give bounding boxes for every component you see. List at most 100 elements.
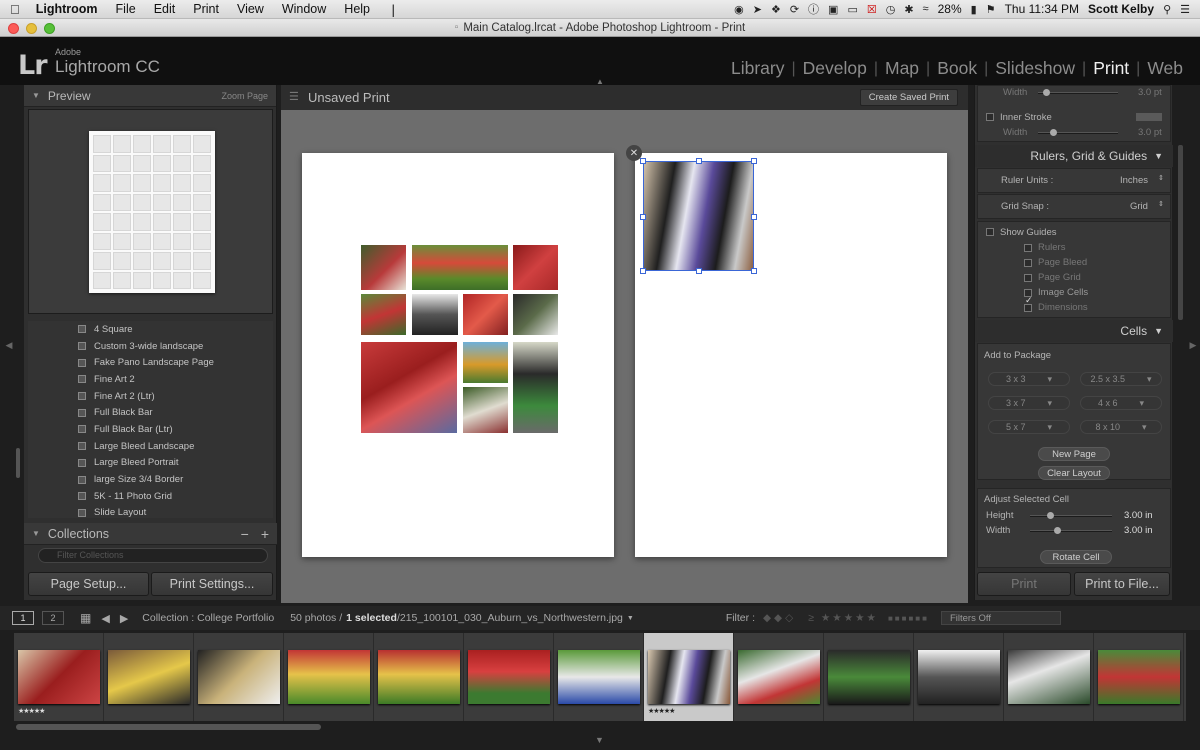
remove-collection-button[interactable]: −	[241, 526, 249, 542]
photo-cell[interactable]	[412, 245, 508, 290]
filmstrip-thumbnail[interactable]	[1094, 633, 1184, 721]
filmstrip-thumbnail[interactable]	[914, 633, 1004, 721]
location-icon[interactable]: ➤	[753, 3, 762, 16]
inner-stroke-width-slider[interactable]	[1038, 129, 1118, 136]
template-item[interactable]: Fine Art 2	[28, 371, 273, 388]
filmstrip-thumbnail-selected[interactable]: ★★★★★	[644, 633, 734, 721]
menu-file[interactable]: File	[116, 2, 136, 16]
template-item[interactable]: 5K - 11 Photo Grid	[28, 488, 273, 505]
module-web[interactable]: Web	[1140, 58, 1190, 79]
resize-handle[interactable]	[751, 268, 757, 274]
screen-icon[interactable]: ▣	[828, 3, 838, 16]
collapse-triangle-icon[interactable]: ▼	[32, 529, 40, 538]
close-window-button[interactable]	[8, 23, 19, 34]
user-name[interactable]: Scott Kelby	[1088, 2, 1154, 16]
module-library[interactable]: Library	[724, 58, 792, 79]
resize-handle[interactable]	[751, 214, 757, 220]
menu-help[interactable]: Help	[344, 2, 370, 16]
slider-thumb[interactable]	[1050, 129, 1057, 136]
print-settings-button[interactable]: Print Settings...	[151, 572, 273, 596]
rulers-grid-guides-header[interactable]: Rulers, Grid & Guides ▼	[975, 145, 1173, 167]
photo-cell[interactable]	[361, 294, 406, 335]
photo-cell[interactable]	[361, 245, 406, 290]
height-slider[interactable]	[1030, 512, 1112, 519]
collapse-triangle-icon[interactable]: ▼	[1154, 151, 1163, 161]
zoom-page-label[interactable]: Zoom Page	[221, 91, 268, 101]
flag-filter-icons[interactable]: ◆◆◇	[763, 612, 796, 624]
template-item[interactable]: Full Black Bar (Ltr)	[28, 421, 273, 438]
print-page-1[interactable]	[302, 153, 614, 557]
slider-thumb[interactable]	[1043, 89, 1050, 96]
show-guides-checkbox[interactable]	[986, 228, 994, 236]
slider-thumb[interactable]	[1054, 527, 1061, 534]
scripts-icon[interactable]: ❘	[388, 2, 398, 17]
create-saved-print-button[interactable]: Create Saved Print	[859, 89, 958, 106]
flag-icon[interactable]: ⚑	[986, 3, 996, 16]
creative-cloud-icon[interactable]: ◉	[734, 3, 744, 16]
guide-checkbox[interactable]	[1024, 259, 1032, 267]
photo-cell[interactable]	[361, 342, 457, 433]
photo-cell[interactable]	[412, 294, 458, 335]
photo-cell[interactable]	[463, 387, 508, 433]
mute-icon[interactable]: ☒	[867, 3, 877, 16]
resize-handle[interactable]	[640, 214, 646, 220]
height-value[interactable]: 3.00 in	[1124, 510, 1153, 521]
grid-view-icon[interactable]: ▦	[80, 611, 91, 625]
right-panel-scrollbar[interactable]	[1178, 145, 1183, 320]
sync-icon[interactable]: ⟳	[790, 3, 799, 16]
cell-size-button[interactable]: 5 x 7 ▾	[988, 420, 1070, 434]
filmstrip-thumbnail[interactable]: ★★★★★	[14, 633, 104, 721]
cell-size-button[interactable]: 3 x 7 ▾	[988, 396, 1070, 410]
cell-size-button[interactable]: 4 x 6 ▾	[1080, 396, 1162, 410]
width-value[interactable]: 3.0 pt	[1138, 127, 1162, 138]
module-print[interactable]: Print	[1086, 58, 1136, 79]
dropbox-icon[interactable]: ❖	[771, 3, 781, 16]
guide-checkbox[interactable]	[1024, 304, 1032, 312]
filmstrip-thumbnail[interactable]	[554, 633, 644, 721]
forward-arrow-icon[interactable]: ▶	[120, 612, 128, 625]
notification-center-icon[interactable]: ☰	[1180, 3, 1190, 16]
page-setup-button[interactable]: Page Setup...	[28, 572, 149, 596]
chevron-down-icon[interactable]: ▾	[1147, 374, 1152, 385]
width-value[interactable]: 3.0 pt	[1138, 87, 1162, 98]
template-item[interactable]: Large Bleed Landscape	[28, 438, 273, 455]
apple-menu-icon[interactable]: 	[10, 2, 20, 17]
main-window-button[interactable]: 1	[12, 611, 34, 625]
collapse-triangle-icon[interactable]: ▼	[1154, 326, 1163, 336]
second-window-button[interactable]: 2	[42, 611, 64, 625]
template-item[interactable]: large Size 3/4 Border	[28, 471, 273, 488]
battery-icon[interactable]: ▮	[971, 3, 977, 16]
airplay-icon[interactable]: ▭	[847, 3, 857, 16]
menu-edit[interactable]: Edit	[154, 2, 176, 16]
filmstrip-thumbnail[interactable]	[284, 633, 374, 721]
guide-checkbox[interactable]	[1024, 244, 1032, 252]
slider-thumb[interactable]	[1047, 512, 1054, 519]
info-icon[interactable]: ⓘ	[808, 1, 819, 17]
zoom-window-button[interactable]	[44, 23, 55, 34]
chevron-down-icon[interactable]: ▾	[1139, 398, 1144, 409]
width-cell-value[interactable]: 3.00 in	[1124, 525, 1153, 536]
photo-cell[interactable]	[513, 294, 558, 335]
chevron-down-icon[interactable]: ▾	[1047, 374, 1052, 385]
cells-header[interactable]: Cells ▼	[975, 320, 1173, 342]
photo-cell[interactable]	[463, 294, 508, 335]
resize-handle[interactable]	[640, 268, 646, 274]
back-arrow-icon[interactable]: ◀	[101, 612, 109, 625]
template-item[interactable]: Full Black Bar	[28, 404, 273, 421]
dropdown-arrow-icon[interactable]: ⇕	[1158, 174, 1164, 182]
minimize-window-button[interactable]	[26, 23, 37, 34]
filmstrip-thumbnail[interactable]	[374, 633, 464, 721]
resize-handle[interactable]	[696, 158, 702, 164]
add-collection-button[interactable]: +	[261, 526, 269, 542]
resize-handle[interactable]	[696, 268, 702, 274]
spotlight-icon[interactable]: ⚲	[1163, 3, 1171, 16]
app-menu[interactable]: Lightroom	[36, 2, 98, 16]
dropdown-arrow-icon[interactable]: ⇕	[1158, 200, 1164, 208]
filmstrip-thumbnail[interactable]	[464, 633, 554, 721]
width-slider[interactable]	[1038, 89, 1118, 96]
preview-panel-header[interactable]: ▼ Preview Zoom Page	[24, 85, 276, 107]
module-develop[interactable]: Develop	[796, 58, 874, 79]
guide-checkbox[interactable]: ✓	[1024, 289, 1033, 305]
filters-off-dropdown[interactable]: Filters Off	[940, 611, 1061, 625]
chevron-down-icon[interactable]: ▾	[1047, 398, 1052, 409]
